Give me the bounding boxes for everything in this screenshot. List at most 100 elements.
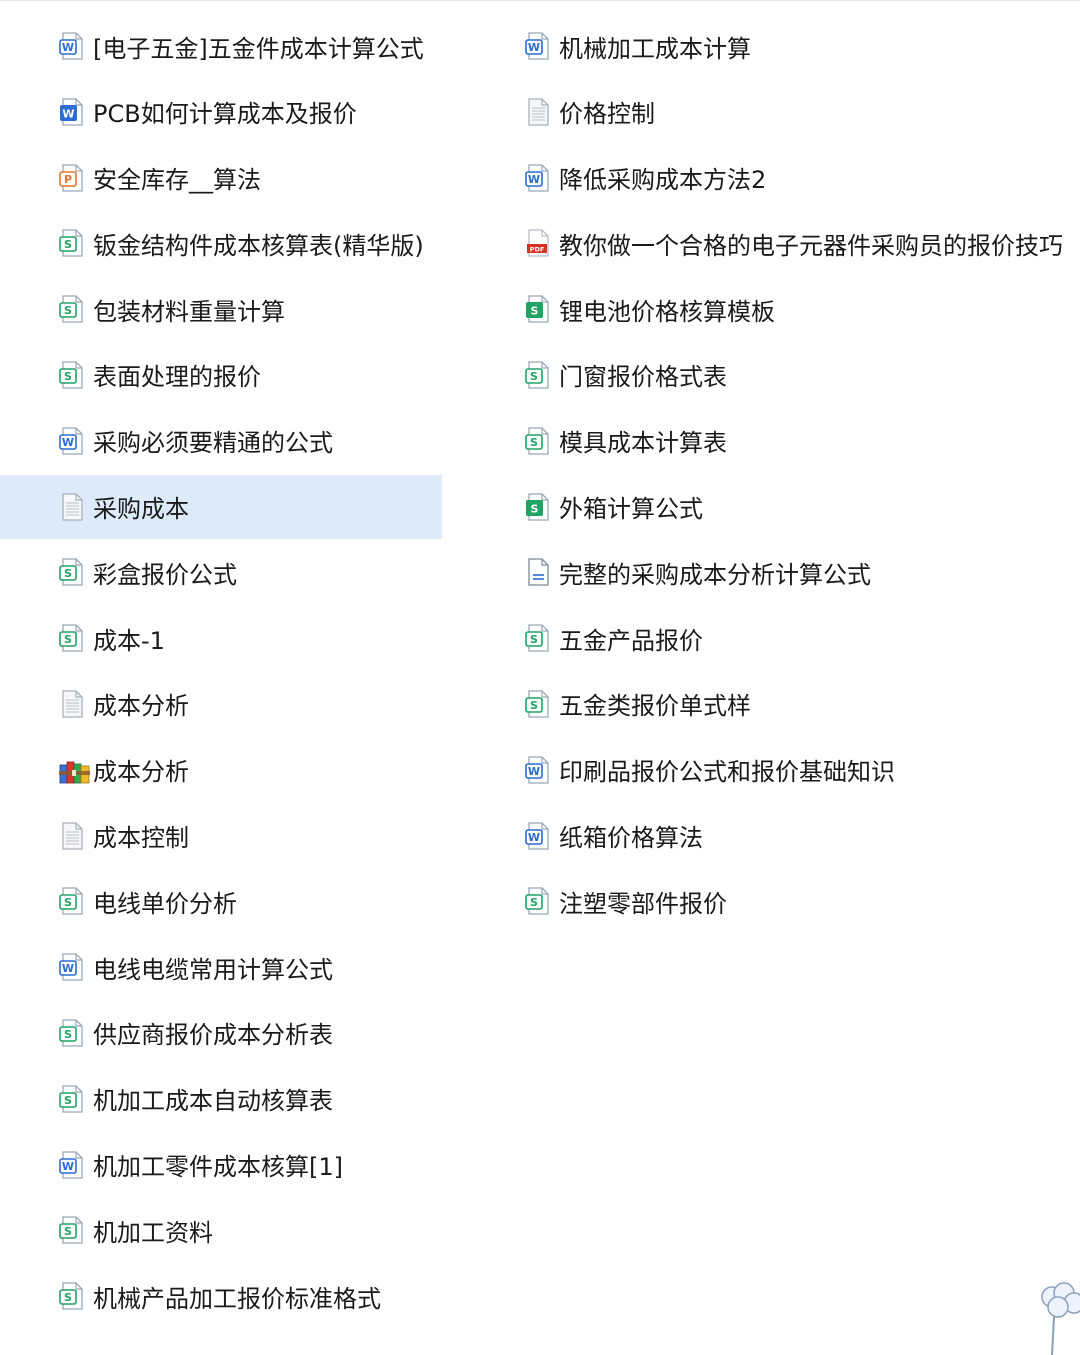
file-item[interactable]: S 注塑零部件报价 [466,869,1080,933]
file-name: 教你做一个合格的电子元器件采购员的报价技巧 [559,231,1063,260]
file-name: 电线单价分析 [93,889,237,918]
file-item[interactable]: S 机加工资料 [0,1198,442,1262]
file-item[interactable]: S 机械产品加工报价标准格式 [0,1264,442,1328]
file-name: 机械加工成本计算 [559,34,751,63]
file-item[interactable]: W [电子五金]五金件成本计算公式 [0,14,442,78]
file-item[interactable]: S 表面处理的报价 [0,343,442,407]
file-item[interactable]: 成本分析 [0,738,442,802]
spreadsheet-doc-icon: S [525,623,559,653]
file-item[interactable]: 成本分析 [0,672,442,736]
file-name: 成本分析 [93,692,189,721]
file-item[interactable]: W 降低采购成本方法2 [466,146,1080,210]
file-name: 五金类报价单式样 [559,692,751,721]
file-name: 门窗报价格式表 [559,363,727,392]
file-name: 外箱计算公式 [559,495,703,524]
spreadsheet-doc-icon: S [525,426,559,456]
file-name: 表面处理的报价 [93,363,261,392]
file-name: 降低采购成本方法2 [559,166,767,195]
file-item[interactable]: S 模具成本计算表 [466,409,1080,473]
svg-text:W: W [62,962,74,975]
file-name: 机械产品加工报价标准格式 [93,1284,381,1313]
file-item[interactable]: S 锂电池价格核算模板 [466,277,1080,341]
word-doc-icon: W [59,31,93,61]
file-item[interactable]: S 成本-1 [0,606,442,670]
file-name: 钣金结构件成本核算表(精华版) [93,231,424,260]
file-item[interactable]: S 钣金结构件成本核算表(精华版) [0,211,442,275]
file-name: 安全库存__算法 [93,166,261,195]
file-item[interactable]: W 电线电缆常用计算公式 [0,935,442,999]
file-item[interactable]: 完整的采购成本分析计算公式 [466,540,1080,604]
file-item[interactable]: 采购成本 [0,474,442,539]
spreadsheet-doc-icon: S [59,294,93,324]
file-item[interactable]: S 外箱计算公式 [466,475,1080,539]
file-item[interactable]: S 机加工成本自动核算表 [0,1067,442,1131]
text-doc-icon [525,97,559,127]
file-item[interactable]: S 供应商报价成本分析表 [0,1001,442,1065]
svg-text:S: S [64,1291,72,1304]
file-name: 锂电池价格核算模板 [559,297,775,326]
svg-text:S: S [530,633,538,646]
file-name: 彩盒报价公式 [93,560,237,589]
file-name: 完整的采购成本分析计算公式 [559,560,871,589]
file-name: PCB如何计算成本及报价 [93,100,357,129]
file-item[interactable]: S 五金类报价单式样 [466,672,1080,736]
file-item[interactable]: P 安全库存__算法 [0,146,442,210]
svg-text:S: S [64,1225,72,1238]
svg-text:S: S [530,896,538,909]
file-item[interactable]: 价格控制 [466,80,1080,144]
word-doc-icon: W [525,163,559,193]
file-name: 成本-1 [93,626,165,655]
file-item[interactable]: S 包装材料重量计算 [0,277,442,341]
file-name: [电子五金]五金件成本计算公式 [93,34,424,63]
spreadsheet-doc-solid-icon: S [525,492,559,522]
word-doc-icon: W [525,821,559,851]
file-name: 机加工零件成本核算[1] [93,1153,343,1182]
svg-text:S: S [530,436,538,449]
svg-text:W: W [62,1160,74,1173]
word-doc-icon: W [525,31,559,61]
file-name: 包装材料重量计算 [93,297,285,326]
pdf-doc-icon: PDF [525,228,559,258]
word-doc-solid-icon: W [59,97,93,127]
file-item[interactable]: W 机械加工成本计算 [466,14,1080,78]
file-item[interactable]: W 机加工零件成本核算[1] [0,1133,442,1197]
word-doc-icon: W [59,426,93,456]
spreadsheet-doc-icon: S [59,1084,93,1114]
file-name: 成本分析 [93,758,189,787]
file-name: 五金产品报价 [559,626,703,655]
spreadsheet-doc-icon: S [59,623,93,653]
spreadsheet-doc-icon: S [525,360,559,390]
text-doc-icon [59,689,93,719]
svg-text:S: S [530,370,538,383]
file-item[interactable]: W 采购必须要精通的公式 [0,409,442,473]
svg-text:W: W [62,436,74,449]
svg-text:W: W [528,41,540,54]
spreadsheet-doc-icon: S [59,557,93,587]
file-item[interactable]: PDF 教你做一个合格的电子元器件采购员的报价技巧 [466,211,1080,275]
file-name: 纸箱价格算法 [559,824,703,853]
file-name: 机加工成本自动核算表 [93,1087,333,1116]
svg-text:S: S [531,305,539,318]
file-name: 采购必须要精通的公式 [93,429,333,458]
svg-text:S: S [530,699,538,712]
file-item[interactable]: W PCB如何计算成本及报价 [0,80,442,144]
svg-text:W: W [62,41,74,54]
file-item[interactable]: S 彩盒报价公式 [0,540,442,604]
file-item[interactable]: 成本控制 [0,804,442,868]
svg-text:S: S [64,633,72,646]
file-item[interactable]: S 电线单价分析 [0,869,442,933]
file-item[interactable]: W 印刷品报价公式和报价基础知识 [466,738,1080,802]
file-item[interactable]: S 门窗报价格式表 [466,343,1080,407]
file-item[interactable]: S 五金产品报价 [466,606,1080,670]
file-name: 成本控制 [93,824,189,853]
spreadsheet-doc-icon: S [525,689,559,719]
spreadsheet-doc-icon: S [59,1281,93,1311]
file-name: 电线电缆常用计算公式 [93,955,333,984]
spreadsheet-doc-icon: S [59,1215,93,1245]
file-name: 机加工资料 [93,1218,213,1247]
file-item[interactable]: W 纸箱价格算法 [466,804,1080,868]
spreadsheet-doc-icon: S [59,1018,93,1048]
file-name: 采购成本 [93,495,189,524]
spreadsheet-doc-icon: S [59,228,93,258]
word-doc-icon: W [59,1150,93,1180]
